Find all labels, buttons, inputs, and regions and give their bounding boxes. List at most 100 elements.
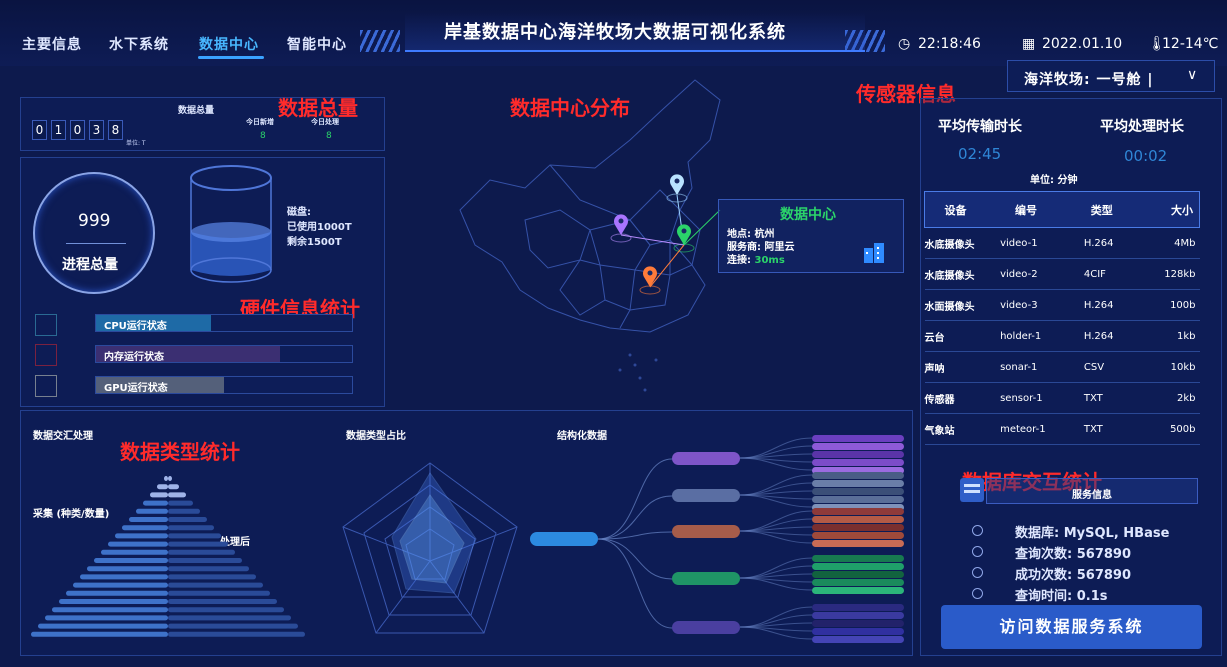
cell-size: 128kb xyxy=(1137,258,1200,290)
disk-free: 剩余1500T xyxy=(287,237,342,248)
bullet-circle xyxy=(972,525,983,536)
today-proc-value: 8 xyxy=(326,131,332,141)
cell-size: 10kb xyxy=(1137,351,1200,383)
visit-data-service-button[interactable]: 访问数据服务系统 xyxy=(941,605,1202,649)
cell-device: 气象站 xyxy=(924,413,987,445)
pyramid-bar-right xyxy=(168,631,305,637)
today-new-value: 8 xyxy=(260,131,266,141)
pyramid-bar-right xyxy=(168,484,179,490)
tree-leaf-node xyxy=(812,532,904,539)
farm-selector-label: 海洋牧场: 一号舱 | xyxy=(1024,72,1154,88)
location-label: 地点: xyxy=(727,229,751,240)
process-divider xyxy=(66,243,126,244)
agg-title: 数据交汇处理 xyxy=(33,431,93,442)
nav-active-underline xyxy=(198,56,264,59)
cell-size: 4Mb xyxy=(1137,227,1200,259)
cpu-label: CPU运行状态 xyxy=(104,321,167,332)
data-center-info-lines: 地点: 杭州 服务商: 阿里云 连接: 30ms xyxy=(727,228,794,267)
pyramid-bar-left xyxy=(122,525,168,531)
map-pin-icon[interactable] xyxy=(670,174,684,195)
nav-smart-center[interactable]: 智能中心 xyxy=(287,34,347,54)
tree-leaf-node xyxy=(812,563,904,570)
tree-leaf-node xyxy=(812,496,904,503)
tree-leaf-node xyxy=(812,488,904,495)
totals-digits: 0 1 0 3 8 xyxy=(32,120,123,140)
cell-device: 水底摄像头 xyxy=(924,227,987,259)
database-icon xyxy=(960,478,984,502)
cell-device: 云台 xyxy=(924,320,987,352)
annotation-total: 数据总量 xyxy=(278,96,358,120)
map-pin-icon[interactable] xyxy=(643,266,657,287)
tree-leaf-node xyxy=(812,628,904,635)
tree-leaf-node xyxy=(812,480,904,487)
tree-leaf-node xyxy=(812,612,904,619)
chevron-down-icon[interactable]: ∨ xyxy=(1187,67,1197,83)
pyramid-bar-right xyxy=(168,541,228,547)
temperature-text: 12-14℃ xyxy=(1162,36,1219,52)
pyramid-bar-left xyxy=(94,558,168,563)
time-text: 22:18:46 xyxy=(918,36,981,52)
nav-data-center[interactable]: 数据中心 xyxy=(199,34,259,54)
cell-size: 100b xyxy=(1137,289,1200,321)
table-row[interactable]: 云台 holder-1 H.264 1kb xyxy=(924,320,1200,352)
pyramid-bar-right xyxy=(168,508,200,514)
cell-size: 2kb xyxy=(1137,382,1200,414)
digit: 0 xyxy=(32,120,47,140)
pyramid-bar-left xyxy=(143,500,168,506)
table-row[interactable]: 水底摄像头 video-2 4CIF 128kb xyxy=(924,258,1200,290)
pyramid-bar-left xyxy=(150,492,168,498)
disk-title: 磁盘: xyxy=(287,207,311,218)
cell-id: meteor-1 xyxy=(986,413,1066,445)
nav-main-info[interactable]: 主要信息 xyxy=(22,34,82,54)
tree-leaf-node xyxy=(812,636,904,643)
tree-leaf-node xyxy=(812,579,904,586)
provider-label: 服务商: xyxy=(727,242,761,253)
pyramid-bar-left xyxy=(66,590,168,596)
pyramid-bar-right xyxy=(168,607,284,613)
avg-proc-value: 00:02 xyxy=(1124,147,1168,165)
header-device: 设备 xyxy=(944,203,967,217)
table-row[interactable]: 声呐 sonar-1 CSV 10kb xyxy=(924,351,1200,383)
table-row[interactable]: 水面摄像头 video-3 H.264 100b xyxy=(924,289,1200,321)
cell-id: sensor-1 xyxy=(986,382,1066,414)
digit: 3 xyxy=(89,120,104,140)
tree-leaf-node xyxy=(812,459,904,466)
ratio-title: 数据类型占比 xyxy=(346,431,406,442)
tree-leaf-node xyxy=(812,451,904,458)
memory-status-box xyxy=(35,344,57,366)
table-row[interactable]: 水底摄像头 video-1 H.264 4Mb xyxy=(924,227,1200,259)
latency-label: 连接: xyxy=(727,255,751,266)
avg-proc-label: 平均处理时长 xyxy=(1100,119,1184,135)
cell-type: TXT xyxy=(1065,382,1138,414)
totals-title: 数据总量 xyxy=(178,106,215,116)
map-pin-icon[interactable] xyxy=(614,214,628,235)
pyramid-bar-right xyxy=(168,517,207,522)
tree-leaf-node xyxy=(812,555,904,562)
tree-leaf-node xyxy=(812,435,904,442)
tree-leaf-node xyxy=(812,604,904,611)
cell-id: sonar-1 xyxy=(986,351,1066,383)
cell-id: video-2 xyxy=(986,258,1066,290)
pyramid-bar-right xyxy=(168,615,291,621)
pyramid-bar-left xyxy=(73,582,168,588)
gpu-label: GPU运行状态 xyxy=(104,383,168,394)
pyramid-bar-left xyxy=(129,517,168,522)
tree-leaf-link xyxy=(739,622,813,628)
date-text: 2022.01.10 xyxy=(1042,36,1123,52)
map-pin-icon[interactable] xyxy=(677,224,691,245)
pyramid-bar-left xyxy=(164,476,168,481)
sensor-table-header: 设备 编号 类型 大小 xyxy=(924,191,1200,228)
nav-underwater[interactable]: 水下系统 xyxy=(109,34,169,54)
table-row[interactable]: 传感器 sensor-1 TXT 2kb xyxy=(924,382,1200,414)
table-row[interactable]: 气象站 meteor-1 TXT 500b xyxy=(924,413,1200,445)
cell-size: 1kb xyxy=(1137,320,1200,352)
pyramid-bar-left xyxy=(52,607,168,613)
digit: 0 xyxy=(70,120,85,140)
pyramid-bar-left xyxy=(45,615,168,621)
tree-branch-node xyxy=(672,489,740,502)
pyramid-bar-left xyxy=(87,566,168,572)
memory-label: 内存运行状态 xyxy=(104,352,164,363)
cell-type: H.264 xyxy=(1065,289,1138,321)
pyramid-bar-right xyxy=(168,525,214,531)
pyramid-bar-left xyxy=(31,631,168,637)
